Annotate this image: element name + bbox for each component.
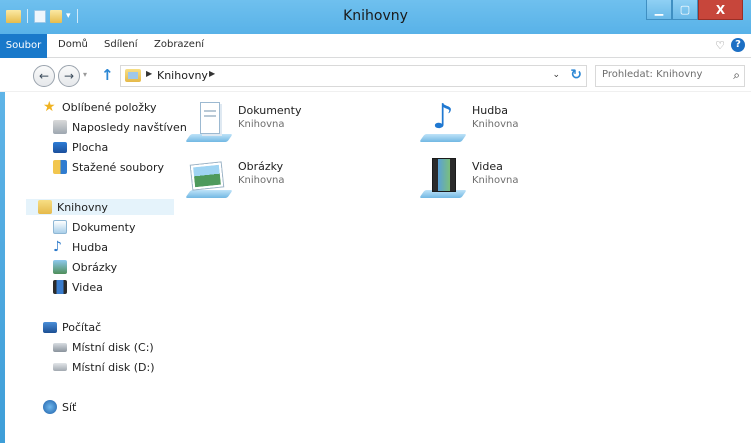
music-icon: ♪ [53, 239, 62, 255]
window-title: Knihovny [343, 8, 408, 24]
help-icon[interactable]: ? [731, 38, 745, 52]
nav-disk-c[interactable]: Místní disk (C:) [53, 338, 154, 356]
computer-icon [43, 321, 57, 333]
library-name: Hudba [472, 104, 508, 117]
nav-pictures-label: Obrázky [72, 260, 118, 274]
downloads-icon [53, 160, 67, 174]
nav-disk-c-label: Místní disk (C:) [72, 340, 154, 354]
music-library-icon: ♪ [419, 100, 467, 144]
breadcrumb-arrow-icon[interactable]: ▶ [146, 69, 152, 78]
navigation-pane[interactable]: ★ Oblíbené položky Naposledy navštíven P… [5, 92, 187, 443]
tab-file[interactable]: Soubor [0, 34, 47, 58]
recent-locations-icon[interactable]: ▾ [83, 70, 87, 79]
nav-computer-label: Počítač [62, 320, 102, 334]
nav-disk-d-label: Místní disk (D:) [72, 360, 155, 374]
libraries-folder-icon [125, 69, 141, 82]
nav-favorites-label: Oblíbené položky [62, 100, 157, 114]
library-tile-documents[interactable]: Dokumenty Knihovna [185, 100, 302, 144]
back-button[interactable]: ← [33, 65, 55, 87]
nav-desktop-label: Plocha [72, 140, 109, 154]
desktop-icon [53, 141, 67, 153]
videos-icon [53, 280, 67, 294]
library-type: Knihovna [238, 119, 285, 130]
recent-places-icon [53, 120, 67, 134]
library-type: Knihovna [238, 175, 285, 186]
refresh-button[interactable]: ↻ [570, 67, 582, 83]
nav-libraries-label: Knihovny [57, 200, 108, 214]
nav-desktop[interactable]: Plocha [53, 138, 108, 156]
forward-button[interactable]: → [58, 65, 80, 87]
nav-libraries[interactable]: Knihovny [25, 198, 175, 216]
nav-music-label: Hudba [72, 240, 108, 254]
libraries-icon [38, 200, 52, 214]
minimize-button[interactable]: ▁ [646, 0, 672, 20]
search-box[interactable]: ⌕ [595, 65, 745, 87]
library-type: Knihovna [472, 119, 519, 130]
nav-videos-label: Videa [72, 280, 103, 294]
tab-view[interactable]: Zobrazení [154, 39, 204, 50]
videos-library-icon [419, 156, 467, 200]
tab-share[interactable]: Sdílení [104, 39, 138, 50]
tab-home[interactable]: Domů [58, 39, 88, 50]
nav-documents[interactable]: Dokumenty [53, 218, 135, 236]
nav-downloads-label: Stažené soubory [72, 160, 164, 174]
search-input[interactable] [602, 69, 722, 80]
nav-disk-d[interactable]: Místní disk (D:) [53, 358, 155, 376]
library-name: Obrázky [238, 160, 284, 173]
expand-ribbon-icon[interactable]: ♡ [715, 39, 725, 52]
hard-drive-icon [53, 363, 67, 371]
library-type: Knihovna [472, 175, 519, 186]
nav-network-label: Síť [62, 400, 77, 414]
title-bar[interactable]: ▾ Knihovny ▁ ▢ X [0, 0, 751, 34]
nav-recent-places[interactable]: Naposledy navštíven [53, 118, 187, 136]
nav-recent-places-label: Naposledy navštíven [72, 120, 187, 134]
library-tile-music[interactable]: ♪ Hudba Knihovna [419, 100, 519, 144]
documents-icon [53, 220, 67, 234]
address-row: ← → ▾ ↑ ▶ Knihovny ▶ ⌄ ↻ ⌕ [0, 59, 751, 92]
address-bar[interactable]: ▶ Knihovny ▶ ⌄ ↻ [120, 65, 587, 87]
library-tile-pictures[interactable]: Obrázky Knihovna [185, 156, 285, 200]
library-name: Dokumenty [238, 104, 302, 117]
address-history-dropdown-icon[interactable]: ⌄ [552, 70, 560, 80]
ribbon: Soubor Domů Sdílení Zobrazení ♡ ? [0, 34, 751, 58]
nav-music[interactable]: ♪ Hudba [53, 238, 108, 256]
window-controls: ▁ ▢ X [646, 0, 743, 20]
network-icon [43, 400, 57, 414]
pictures-library-icon [185, 156, 233, 200]
maximize-button[interactable]: ▢ [672, 0, 698, 20]
library-tile-videos[interactable]: Videa Knihovna [419, 156, 519, 200]
system-drive-icon [53, 342, 67, 352]
content-pane[interactable]: Dokumenty Knihovna ♪ Hudba Knihovna Obrá… [172, 92, 751, 443]
breadcrumb-libraries[interactable]: Knihovny [157, 69, 208, 82]
documents-library-icon [185, 100, 233, 144]
library-name: Videa [472, 160, 503, 173]
nav-documents-label: Dokumenty [72, 220, 136, 234]
search-icon[interactable]: ⌕ [733, 68, 740, 83]
nav-computer[interactable]: Počítač [43, 318, 101, 336]
nav-favorites[interactable]: ★ Oblíbené položky [43, 98, 157, 116]
up-button[interactable]: ↑ [101, 66, 114, 84]
pictures-icon [53, 260, 67, 274]
breadcrumb-arrow-icon[interactable]: ▶ [209, 69, 215, 78]
nav-videos[interactable]: Videa [53, 278, 103, 296]
nav-pictures[interactable]: Obrázky [53, 258, 117, 276]
star-icon: ★ [43, 99, 56, 115]
close-button[interactable]: X [698, 0, 743, 20]
ribbon-controls: ♡ ? [715, 38, 745, 52]
nav-downloads[interactable]: Stažené soubory [53, 158, 164, 176]
nav-network[interactable]: Síť [43, 398, 76, 416]
